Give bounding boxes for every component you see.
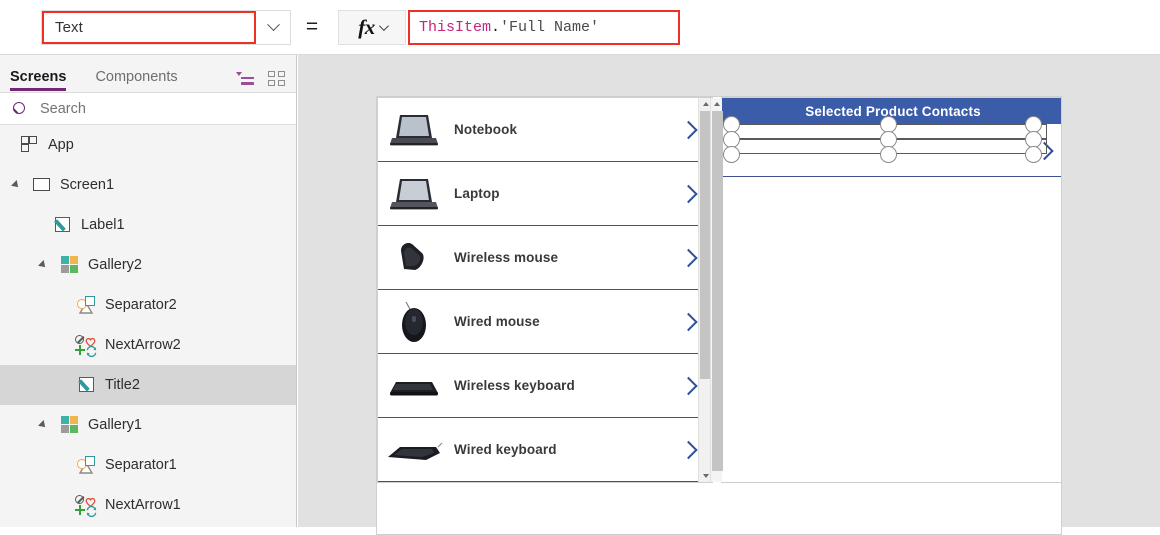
scroll-up-arrow-icon[interactable] xyxy=(713,102,720,106)
resize-handle-bottom-left[interactable] xyxy=(723,146,740,163)
tree-view-mode-buttons xyxy=(236,71,285,86)
tree-item-separator1[interactable]: Separator1 xyxy=(0,445,296,485)
laptop-thumbnail xyxy=(382,171,446,217)
tree-item-separator2[interactable]: Separator2 xyxy=(0,285,296,325)
tree-search-placeholder: Search xyxy=(40,100,86,117)
property-selector-value[interactable]: Text xyxy=(42,11,256,44)
screen-icon xyxy=(32,175,52,195)
next-arrow-icon xyxy=(75,495,97,518)
app-screen-surface: Notebook Laptop Wireless mouse Wired mou… xyxy=(376,96,1062,535)
tab-components[interactable]: Components xyxy=(95,69,177,92)
app-icon xyxy=(20,135,40,155)
next-arrow-icon[interactable] xyxy=(679,248,698,267)
wired-mouse-thumbnail xyxy=(382,299,446,345)
gallery-item-label: Wired keyboard xyxy=(454,442,557,457)
tree-view-tabs: Screens Components xyxy=(0,55,296,92)
formula-input[interactable]: ThisItem. 'Full Name' xyxy=(408,10,680,45)
gallery-item-wireless-keyboard[interactable]: Wireless keyboard xyxy=(378,354,712,418)
tree-item-label: Label1 xyxy=(81,217,125,233)
tree-item-label: Title2 xyxy=(105,377,140,393)
fx-button[interactable]: fx xyxy=(338,10,406,45)
label-icon xyxy=(53,215,73,235)
gallery-item-wireless-mouse[interactable]: Wireless mouse xyxy=(378,226,712,290)
gallery-products[interactable]: Notebook Laptop Wireless mouse Wired mou… xyxy=(377,97,713,483)
fx-icon: fx xyxy=(358,15,375,39)
tree-item-gallery2[interactable]: Gallery2 xyxy=(0,245,296,285)
tree-search-box[interactable]: Search xyxy=(0,92,296,125)
gallery-item-label: Notebook xyxy=(454,122,518,137)
separator-icon xyxy=(77,295,97,315)
chevron-down-icon xyxy=(378,21,389,32)
tree-item-label1[interactable]: Label1 xyxy=(0,205,296,245)
label-icon xyxy=(77,375,97,395)
tree-item-label: Separator1 xyxy=(105,457,177,473)
wireless-mouse-thumbnail xyxy=(382,235,446,281)
next-arrow-icon xyxy=(75,335,97,358)
tree-item-screen1[interactable]: Screen1 xyxy=(0,165,296,205)
wired-keyboard-thumbnail xyxy=(382,427,446,473)
tree-item-title2[interactable]: Title2 xyxy=(0,365,296,405)
gallery-item-label: Wired mouse xyxy=(454,314,540,329)
tree-item-label: Screen1 xyxy=(60,177,115,193)
chevron-expanded-icon[interactable] xyxy=(11,180,21,190)
resize-handle-bottom-center[interactable] xyxy=(880,146,897,163)
next-arrow-icon[interactable] xyxy=(679,120,698,139)
tree-item-label: Gallery1 xyxy=(88,417,142,433)
tree-item-label: Separator2 xyxy=(105,297,177,313)
next-arrow-icon[interactable] xyxy=(679,312,698,331)
formula-token-object: ThisItem xyxy=(419,19,492,36)
search-icon xyxy=(0,101,40,116)
tree-view-pane: Screens Components Search App Screen1 La… xyxy=(0,55,297,527)
next-arrow-icon[interactable] xyxy=(679,184,698,203)
tree-item-gallery1[interactable]: Gallery1 xyxy=(0,405,296,445)
formula-token-dot: . xyxy=(491,19,501,36)
gallery-item-label: Laptop xyxy=(454,186,500,201)
gallery-item-wired-mouse[interactable]: Wired mouse xyxy=(378,290,712,354)
tree-item-app[interactable]: App xyxy=(0,125,296,165)
tree-item-nextarrow2[interactable]: NextArrow2 xyxy=(0,325,296,365)
property-selector[interactable]: Text xyxy=(41,10,291,45)
separator-icon xyxy=(77,455,97,475)
tree-item-label: App xyxy=(48,137,74,153)
tree-list-view-icon[interactable] xyxy=(236,71,254,86)
formula-token-field: 'Full Name' xyxy=(500,19,600,36)
gallery-item-label: Wireless mouse xyxy=(454,250,559,265)
chevron-down-icon xyxy=(266,18,280,32)
property-dropdown-button[interactable] xyxy=(256,11,290,44)
chevron-expanded-icon[interactable] xyxy=(38,420,48,430)
tree-thumbnail-view-icon[interactable] xyxy=(268,71,285,86)
tree-item-label: NextArrow2 xyxy=(105,337,181,353)
scroll-down-arrow-icon[interactable] xyxy=(702,474,709,478)
app-canvas: Notebook Laptop Wireless mouse Wired mou… xyxy=(298,55,1160,535)
gallery-icon xyxy=(60,415,80,435)
gallery-contacts-scrollbar[interactable] xyxy=(710,98,723,482)
tree-item-label: Gallery2 xyxy=(88,257,142,273)
gallery-item-laptop[interactable]: Laptop xyxy=(378,162,712,226)
gallery-icon xyxy=(60,255,80,275)
scroll-up-arrow-icon[interactable] xyxy=(702,102,709,106)
tree-item-label: NextArrow1 xyxy=(105,497,181,513)
gallery-item-notebook[interactable]: Notebook xyxy=(378,98,712,162)
gallery-item-label: Wireless keyboard xyxy=(454,378,575,393)
next-arrow-icon[interactable] xyxy=(679,376,698,395)
gallery-contacts[interactable]: Selected Product Contacts xyxy=(710,97,1061,483)
formula-bar: Text = fx ThisItem. 'Full Name' xyxy=(0,0,1160,55)
resize-handle-bottom-right[interactable] xyxy=(1025,146,1042,163)
gallery-item-wired-keyboard[interactable]: Wired keyboard xyxy=(378,418,712,482)
notebook-thumbnail xyxy=(382,107,446,153)
next-arrow-icon[interactable] xyxy=(679,440,698,459)
tree-item-nextarrow1[interactable]: NextArrow1 xyxy=(0,485,296,525)
equals-sign: = xyxy=(305,15,319,38)
tree-item-list: App Screen1 Label1 Gallery2 Separator2 N… xyxy=(0,125,296,527)
tab-screens[interactable]: Screens xyxy=(10,69,67,92)
chevron-expanded-icon[interactable] xyxy=(38,260,48,270)
wireless-keyboard-thumbnail xyxy=(382,363,446,409)
scrollbar-thumb[interactable] xyxy=(712,111,723,471)
